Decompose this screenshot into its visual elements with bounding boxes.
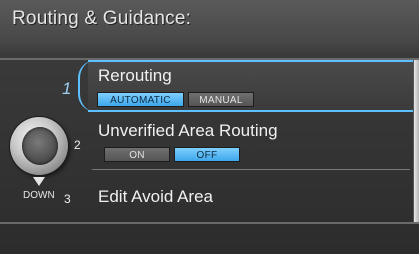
menu-divider: [92, 169, 410, 170]
menu-item-label-unverified-area-routing[interactable]: Unverified Area Routing: [98, 121, 278, 141]
selector-number-1: 1: [62, 79, 72, 98]
selector-number-3: 3: [64, 192, 71, 206]
knob-center[interactable]: [22, 127, 58, 165]
on-button[interactable]: ON: [104, 147, 170, 162]
off-button[interactable]: OFF: [174, 147, 240, 162]
joystick-knob-icon[interactable]: [10, 117, 68, 175]
down-arrow-icon: [33, 177, 45, 186]
scroll-edge: [413, 60, 419, 222]
page-title: Routing & Guidance:: [12, 8, 192, 29]
navigation-screen: Routing & Guidance: 1 2 3 DOWN Rerouting…: [0, 0, 419, 254]
selector-number-2: 2: [74, 138, 81, 152]
footer-divider: [0, 222, 419, 224]
down-label: DOWN: [23, 190, 55, 201]
automatic-button[interactable]: AUTOMATIC: [97, 92, 184, 107]
menu-item-label-rerouting: Rerouting: [98, 66, 172, 85]
manual-button[interactable]: MANUAL: [188, 92, 254, 107]
menu-item-edit-avoid-area[interactable]: Edit Avoid Area: [98, 187, 213, 207]
